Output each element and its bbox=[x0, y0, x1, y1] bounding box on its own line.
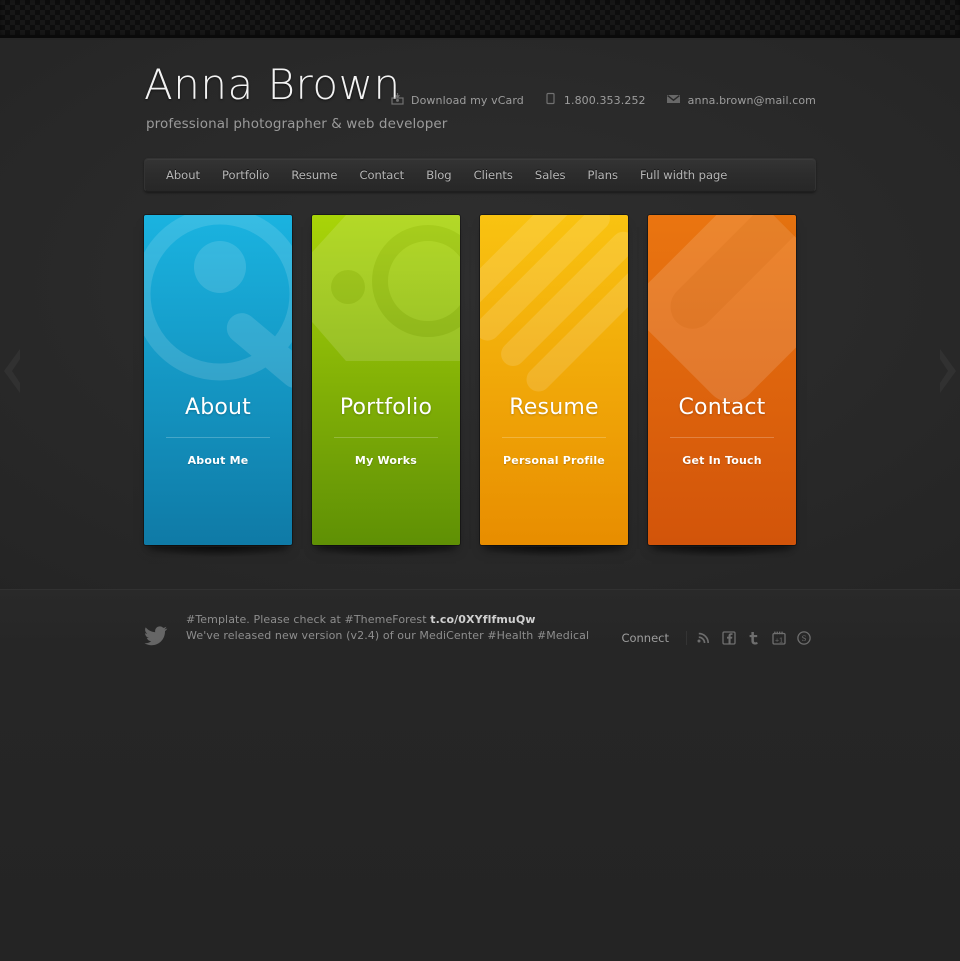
twitter-bird-icon bbox=[144, 626, 170, 650]
card-shadow bbox=[312, 547, 460, 557]
card-rule bbox=[334, 437, 438, 438]
contact-vcard-label: Download my vCard bbox=[411, 94, 524, 107]
main-navigation: About Portfolio Resume Contact Blog Clie… bbox=[144, 158, 816, 192]
card-list: About About Me bbox=[144, 215, 816, 545]
card-subtitle: Personal Profile bbox=[480, 454, 628, 467]
card-about[interactable]: About About Me bbox=[144, 215, 292, 545]
googleplus-icon[interactable]: +1 bbox=[766, 627, 791, 649]
connect-label: Connect bbox=[621, 631, 687, 645]
card-rule bbox=[166, 437, 270, 438]
nav-item-resume[interactable]: Resume bbox=[280, 159, 348, 191]
card-resume[interactable]: Resume Personal Profile bbox=[480, 215, 628, 545]
card-rule bbox=[670, 437, 774, 438]
chevron-left-icon[interactable] bbox=[0, 345, 26, 397]
card-subtitle: My Works bbox=[312, 454, 460, 467]
magnifier-person-icon bbox=[144, 215, 292, 423]
twitter-icon[interactable] bbox=[741, 627, 766, 649]
card-title: Contact bbox=[648, 395, 796, 420]
contact-bar: Download my vCard 1.800.353.252 bbox=[391, 92, 816, 108]
svg-text:+1: +1 bbox=[775, 637, 783, 644]
carbon-texture-strip bbox=[0, 0, 960, 38]
chevron-right-icon[interactable] bbox=[934, 345, 960, 397]
nav-item-portfolio[interactable]: Portfolio bbox=[211, 159, 280, 191]
page-root: Anna Brown professional photographer & w… bbox=[0, 38, 960, 960]
contact-phone-label: 1.800.353.252 bbox=[564, 94, 646, 107]
nav-item-contact[interactable]: Contact bbox=[348, 159, 415, 191]
svg-text:S: S bbox=[801, 633, 806, 643]
contact-vcard[interactable]: Download my vCard bbox=[391, 92, 524, 108]
contact-email[interactable]: anna.brown@mail.com bbox=[666, 92, 816, 108]
site-header: Anna Brown professional photographer & w… bbox=[144, 38, 816, 158]
tweet-line-1: #Template. Please check at #ThemeForest … bbox=[186, 612, 621, 628]
hero-stage: Anna Brown professional photographer & w… bbox=[0, 38, 960, 589]
card-title: Resume bbox=[480, 395, 628, 420]
card-subtitle: Get In Touch bbox=[648, 454, 796, 467]
card-shadow bbox=[480, 547, 628, 557]
rss-icon[interactable] bbox=[691, 627, 716, 649]
facebook-icon[interactable] bbox=[716, 627, 741, 649]
tweet-block: #Template. Please check at #ThemeForest … bbox=[186, 612, 621, 644]
tweet-link[interactable]: t.co/0XYflfmuQw bbox=[430, 613, 535, 626]
contact-email-label: anna.brown@mail.com bbox=[688, 94, 816, 107]
nav-item-full-width-page[interactable]: Full width page bbox=[629, 159, 738, 191]
nav-item-clients[interactable]: Clients bbox=[463, 159, 524, 191]
card-rule bbox=[502, 437, 606, 438]
card-portfolio[interactable]: Portfolio My Works bbox=[312, 215, 460, 545]
card-shadow bbox=[648, 547, 796, 557]
skype-icon[interactable]: S bbox=[791, 627, 816, 649]
camera-icon bbox=[312, 215, 460, 423]
page-title: Anna Brown bbox=[144, 60, 401, 109]
mail-icon bbox=[666, 92, 681, 108]
phone-icon bbox=[544, 92, 557, 108]
vcard-icon bbox=[391, 92, 404, 108]
card-title: Portfolio bbox=[312, 395, 460, 420]
nav-item-sales[interactable]: Sales bbox=[524, 159, 577, 191]
nav-item-about[interactable]: About bbox=[155, 159, 211, 191]
card-title: About bbox=[144, 395, 292, 420]
nav-item-blog[interactable]: Blog bbox=[415, 159, 462, 191]
site-footer: #Template. Please check at #ThemeForest … bbox=[0, 589, 960, 961]
card-shadow bbox=[144, 547, 292, 557]
card-contact[interactable]: Contact Get In Touch bbox=[648, 215, 796, 545]
card-shadows bbox=[144, 545, 816, 557]
card-subtitle: About Me bbox=[144, 454, 292, 467]
nav-item-plans[interactable]: Plans bbox=[577, 159, 629, 191]
connect-block: Connect bbox=[621, 627, 816, 649]
site-tagline: professional photographer & web develope… bbox=[146, 116, 447, 132]
tweet-line-2: We've released new version (v2.4) of our… bbox=[186, 628, 621, 644]
card-slider: About About Me bbox=[144, 215, 816, 560]
contact-phone: 1.800.353.252 bbox=[544, 92, 646, 108]
tweet-line-1-text: #Template. Please check at #ThemeForest bbox=[186, 613, 430, 626]
